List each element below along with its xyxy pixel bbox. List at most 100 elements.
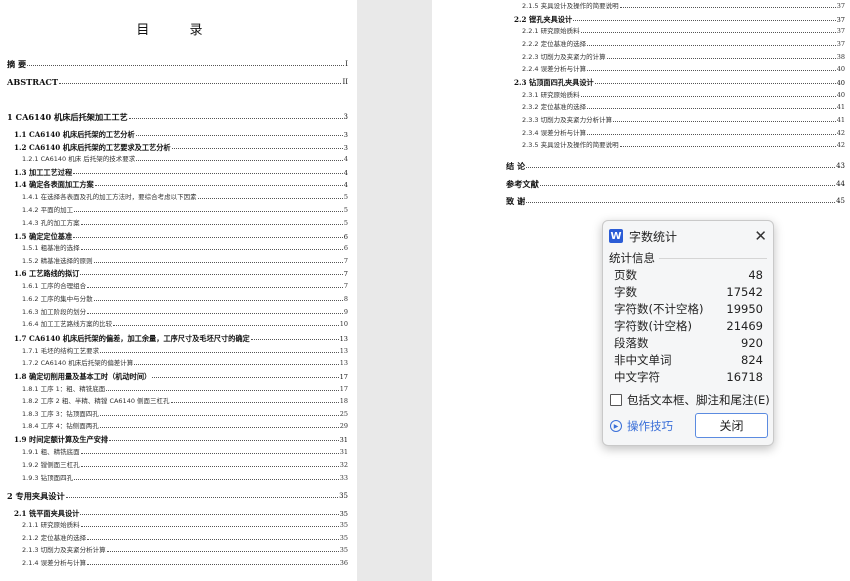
toc-entry-text: 1.6.2 工序的集中与分散 bbox=[22, 295, 93, 303]
stat-value: 48 bbox=[748, 268, 763, 282]
toc-entry-text: 1.8.2 工序 2 粗、半精、精镗 CA6140 侧面三杠孔 bbox=[22, 397, 170, 405]
toc-entry[interactable]: 2.3.1 研究原始质料 40 bbox=[522, 92, 845, 99]
toc-entry[interactable]: 2.3.3 切削力及夹紧力分析计算 41 bbox=[522, 117, 845, 124]
toc-entry[interactable]: 1.8.2 工序 2 粗、半精、精镗 CA6140 侧面三杠孔 18 bbox=[22, 398, 348, 405]
toc-entry[interactable]: 1.1 CA6140 机床后托架的工艺分析 3 bbox=[14, 131, 348, 138]
toc-entry-text: 2.2 镗孔夹具设计 bbox=[514, 15, 573, 24]
toc-leader-dots bbox=[580, 95, 836, 97]
toc-entry[interactable]: 2.2 镗孔夹具设计 37 bbox=[514, 16, 845, 23]
toc-entry[interactable]: 1.8 确定切削用量及基本工时（机动时间） 17 bbox=[14, 373, 348, 380]
toc-entry-text: 2.3.4 误差分析与计算 bbox=[522, 129, 587, 137]
toc-entry[interactable]: 致 谢 45 bbox=[506, 197, 845, 205]
toc-entry[interactable]: 结 论 43 bbox=[506, 162, 845, 170]
toc-entry[interactable]: 1.9 时间定额计算及生产安排 31 bbox=[14, 436, 348, 443]
toc-entry[interactable]: ABSTRACT II bbox=[7, 78, 348, 86]
toc-page-number: 13 bbox=[339, 334, 348, 343]
toc-entry[interactable]: 2 专用夹具设计 35 bbox=[7, 492, 348, 500]
toc-leader-dots bbox=[87, 563, 339, 565]
section-divider bbox=[659, 257, 767, 259]
toc-entry-text: 1.3 加工工艺过程 bbox=[14, 168, 73, 177]
toc-entry[interactable]: 2.1.4 误差分析与计算 36 bbox=[22, 560, 348, 567]
toc-entry-text: 1.4 确定各表面加工方案 bbox=[14, 180, 94, 189]
toc-leader-dots bbox=[250, 338, 339, 341]
close-icon[interactable]: ✕ bbox=[754, 228, 767, 244]
toc-entry[interactable]: 1.5.2 精基准选择的原则 7 bbox=[22, 258, 348, 265]
toc-page-number: II bbox=[342, 78, 348, 87]
toc-entry[interactable]: 2.3 钻顶面四孔夹具设计 40 bbox=[514, 79, 845, 86]
toc-entry[interactable]: 1.7.2 CA6140 机床后托架的偏差计算 13 bbox=[22, 360, 348, 367]
toc-page-number: 44 bbox=[836, 180, 845, 189]
toc-entry[interactable]: 摘 要I bbox=[7, 60, 348, 68]
toc-entry[interactable]: 1.6.3 加工阶段的划分 9 bbox=[22, 309, 348, 316]
toc-entry[interactable]: 1.6.4 加工工艺路线方案的比较 10 bbox=[22, 321, 348, 328]
toc-page-number: 17 bbox=[339, 372, 348, 381]
stat-row: 中文字符 16718 bbox=[614, 369, 763, 386]
include-textbox-checkbox[interactable]: 包括文本框、脚注和尾注(E) bbox=[610, 392, 770, 408]
toc-page-number: 35 bbox=[339, 534, 348, 542]
toc-entry[interactable]: 参考文献 44 bbox=[506, 180, 845, 188]
toc-entry[interactable]: 2.2.1 研究原始质料 37 bbox=[522, 28, 845, 35]
toc-entry[interactable]: 1.8.4 工序 4：钻侧面两孔 29 bbox=[22, 423, 348, 430]
toc-entry[interactable]: 2.2.2 定位基准的选择 37 bbox=[522, 41, 845, 48]
toc-entry[interactable]: 1.4.1 在选择各表面及孔的加工方法时，要综合考虑以下因素 5 bbox=[22, 194, 348, 201]
toc-entry[interactable]: 1.4.3 孔的加工方案 5 bbox=[22, 220, 348, 227]
toc-entry[interactable]: 2.1.1 研究原始质料 35 bbox=[22, 522, 348, 529]
toc-entry[interactable]: 2.1 铣平面夹具设计 35 bbox=[14, 510, 348, 517]
toc-entry[interactable]: 1 CA6140 机床后托架加工工艺 3 bbox=[7, 113, 348, 121]
toc-entry[interactable]: 1.9.1 粗、精铣底面 31 bbox=[22, 449, 348, 456]
toc-entry-text: 1.5 确定定位基准 bbox=[14, 232, 73, 241]
checkbox-icon[interactable] bbox=[610, 394, 622, 406]
toc-entry[interactable]: 2.1.5 夹具设计及操作的简要说明 37 bbox=[522, 3, 845, 10]
toc-entry[interactable]: 1.5.1 粗基准的选择 6 bbox=[22, 245, 348, 252]
toc-entry[interactable]: 1.4.2 平面的加工 5 bbox=[22, 207, 348, 214]
toc-page-number: 31 bbox=[339, 448, 348, 456]
toc-page-number: 35 bbox=[339, 492, 348, 501]
toc-page-number: 4 bbox=[343, 168, 348, 177]
wps-writer-logo-icon: W bbox=[609, 229, 623, 243]
toc-entry[interactable]: 1.8.1 工序 1：粗、精铣底面 17 bbox=[22, 386, 348, 393]
stat-row: 段落数 920 bbox=[614, 335, 763, 352]
toc-entry[interactable]: 1.9.2 镗侧面三杠孔 32 bbox=[22, 462, 348, 469]
stat-value: 19950 bbox=[726, 302, 763, 316]
toc-entry[interactable]: 2.3.4 误差分析与计算 42 bbox=[522, 130, 845, 137]
toc-entry[interactable]: 1.9.3 钻顶面四孔 33 bbox=[22, 475, 348, 482]
toc-entry[interactable]: 1.3 加工工艺过程 4 bbox=[14, 169, 348, 176]
tips-link[interactable]: ▶ 操作技巧 bbox=[610, 418, 673, 434]
toc-page-number: 37 bbox=[836, 15, 845, 24]
toc-page-number: 5 bbox=[343, 193, 348, 201]
stat-value: 17542 bbox=[726, 285, 763, 299]
toc-entry[interactable]: 2.1.3 切削力及夹紧分析计算 35 bbox=[22, 547, 348, 554]
toc-page-number: 35 bbox=[339, 521, 348, 529]
toc-leader-dots bbox=[80, 525, 339, 527]
toc-entry[interactable]: 1.6 工艺路线的拟订 7 bbox=[14, 270, 348, 277]
toc-leader-dots bbox=[80, 273, 343, 276]
toc-entry[interactable]: 1.6.1 工序的合理组合 7 bbox=[22, 283, 348, 290]
toc-entry-text: 2.2.4 误差分析与计算 bbox=[522, 65, 587, 73]
toc-entry[interactable]: 1.8.3 工序 3：钻顶面四孔 25 bbox=[22, 411, 348, 418]
stat-label: 非中文单词 bbox=[614, 353, 672, 367]
toc-entry[interactable]: 1.2.1 CA6140 机床 后托架的技术要求 4 bbox=[22, 156, 348, 163]
toc-entry[interactable]: 1.7 CA6140 机床后托架的偏差，加工余量，工序尺寸及毛坯尺寸的确定 13 bbox=[14, 335, 348, 342]
toc-entry[interactable]: 1.4 确定各表面加工方案 4 bbox=[14, 181, 348, 188]
toc-entry-text: 1.2 CA6140 机床后托架的工艺要求及工艺分析 bbox=[14, 143, 171, 152]
toc-leader-dots bbox=[539, 184, 836, 187]
toc-leader-dots bbox=[170, 401, 339, 403]
toc-entry[interactable]: 2.3.2 定位基准的选择 41 bbox=[522, 104, 845, 111]
toc-leader-dots bbox=[74, 210, 343, 212]
toc-entry[interactable]: 2.3.5 夹具设计及操作的简要说明 42 bbox=[522, 142, 845, 149]
close-button[interactable]: 关闭 bbox=[695, 413, 768, 438]
toc-page-number: 7 bbox=[343, 257, 348, 265]
toc-page-number: 4 bbox=[343, 180, 348, 189]
toc-entry-text: 2.3.1 研究原始质料 bbox=[522, 91, 580, 99]
toc-entry[interactable]: 1.5 确定定位基准 6 bbox=[14, 233, 348, 240]
toc-entry[interactable]: 2.2.4 误差分析与计算 40 bbox=[522, 66, 845, 73]
toc-entry[interactable]: 1.6.2 工序的集中与分散 8 bbox=[22, 296, 348, 303]
toc-leader-dots bbox=[80, 513, 339, 516]
toc-entry[interactable]: 1.7.1 毛坯的结构工艺要求 13 bbox=[22, 348, 348, 355]
toc-entry[interactable]: 1.2 CA6140 机床后托架的工艺要求及工艺分析 3 bbox=[14, 144, 348, 151]
toc-entry[interactable]: 2.1.2 定位基准的选择 35 bbox=[22, 535, 348, 542]
tips-label: 操作技巧 bbox=[627, 419, 673, 433]
toc-leader-dots bbox=[87, 538, 339, 540]
toc-entry-text: 2.1.3 切削力及夹紧分析计算 bbox=[22, 546, 106, 554]
toc-entry[interactable]: 2.2.3 切削力及夹紧力的计算 38 bbox=[522, 54, 845, 61]
